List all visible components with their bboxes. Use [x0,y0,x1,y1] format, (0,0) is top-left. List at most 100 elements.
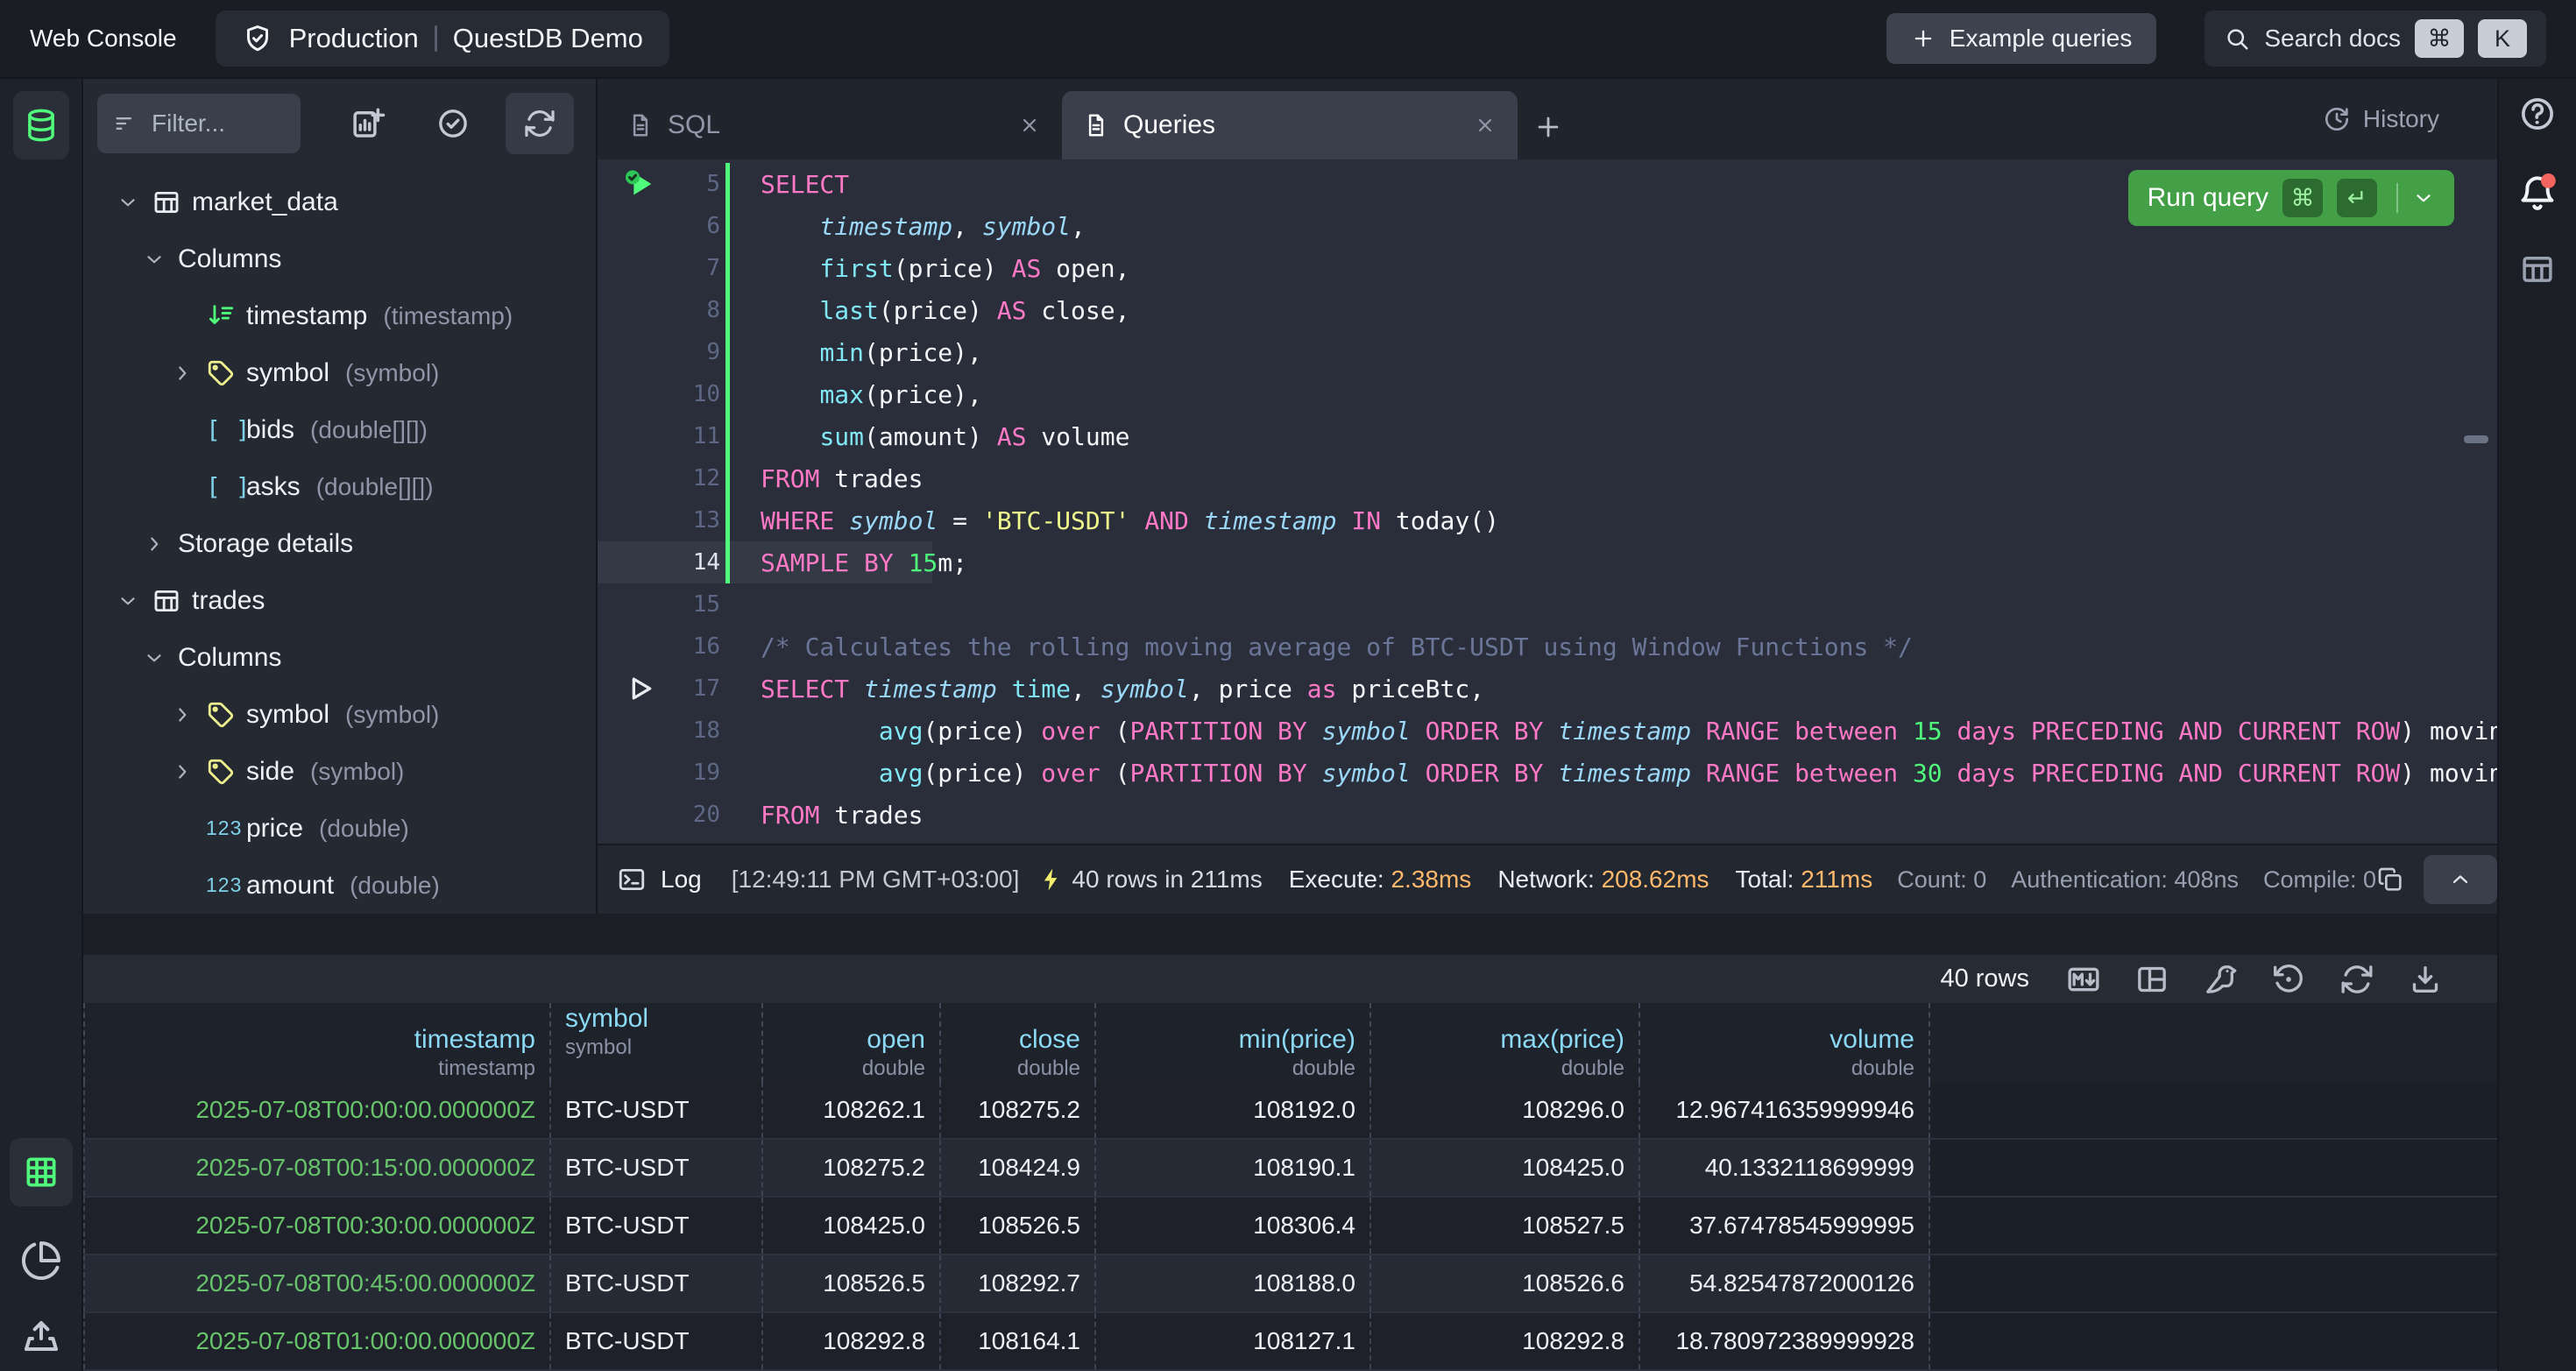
line-number: 20 [668,802,720,828]
log-detail-compile: Compile: 0 [2263,866,2376,894]
column-header-close[interactable]: closedouble [941,1003,1096,1082]
code-line-8[interactable]: 8 last(price) AS close, [598,289,2497,331]
instance-badge[interactable]: Production QuestDB Demo [216,11,669,67]
run-line-icon[interactable] [622,671,664,706]
download-icon[interactable] [2408,962,2443,997]
close-tab-icon[interactable] [1474,114,1497,137]
tree-item-columns[interactable]: Columns [83,230,596,287]
column-header-minprice[interactable]: min(price)double [1096,1003,1371,1082]
code-line-17[interactable]: 17SELECT timestamp time, symbol, price a… [598,668,2497,710]
check-circle-icon[interactable] [435,106,471,141]
tree-item-market_data[interactable]: market_data [83,173,596,230]
notifications-bell-icon[interactable] [2516,172,2558,214]
tree-item-storage-details[interactable]: Storage details [83,515,596,572]
chevron-down-icon[interactable] [143,248,178,271]
md-down-icon[interactable] [2066,962,2101,997]
cell-maxprice: 108526.6 [1371,1255,1640,1311]
code-line-7[interactable]: 7 first(price) AS open, [598,247,2497,289]
sql-editor[interactable]: 5SELECT6 timestamp, symbol,7 first(price… [598,159,2497,844]
log-detail-count: Count: 0 [1897,866,1986,894]
tree-item-symbol[interactable]: symbol(symbol) [83,686,596,743]
column-header-volume[interactable]: volumedouble [1640,1003,1930,1082]
chevron-right-icon[interactable] [143,533,178,555]
line-number: 15 [668,591,720,618]
bird-icon[interactable] [2203,962,2238,997]
tree-item-bids[interactable]: [ ]bids(double[][]) [83,401,596,458]
code-line-10[interactable]: 10 max(price), [598,373,2497,415]
cell-close: 108164.1 [941,1313,1096,1369]
cols-layout-icon[interactable] [2134,962,2169,997]
close-tab-icon[interactable] [1018,114,1041,137]
refresh-icon[interactable] [2339,962,2374,997]
tab-queries[interactable]: Queries [1062,91,1518,159]
import-button[interactable] [20,1315,62,1357]
column-header-maxprice[interactable]: max(price)double [1371,1003,1640,1082]
tree-item-trades[interactable]: trades [83,572,596,629]
tree-item-asks[interactable]: [ ]asks(double[][]) [83,458,596,515]
line-number: 6 [668,213,720,239]
tables-panel-button[interactable] [13,91,69,159]
tree-item-amount[interactable]: 123amount(double) [83,857,596,914]
cell-symbol: BTC-USDT [551,1082,763,1138]
tree-item-label: bids [246,415,294,445]
result-panel-icon[interactable] [2519,251,2556,287]
table-row[interactable]: 2025-07-08T00:15:00.000000ZBTC-USDT10827… [83,1140,2497,1198]
run-success-icon[interactable] [622,166,664,201]
terminal-icon [617,865,647,894]
questdb-web-console: Web Console Production QuestDB Demo Exam… [0,0,2576,1333]
code-line-14[interactable]: 14SAMPLE BY 15m; [598,541,2497,583]
filter-input[interactable] [150,109,285,138]
code-line-11[interactable]: 11 sum(amount) AS volume [598,415,2497,457]
chevron-right-icon[interactable] [171,362,206,385]
column-header-timestamp[interactable]: timestamptimestamp [83,1003,551,1082]
add-metrics-icon[interactable] [350,105,386,142]
table-row[interactable]: 2025-07-08T00:00:00.000000ZBTC-USDT10826… [83,1082,2497,1140]
chevron-down-icon[interactable] [117,191,152,214]
refresh-schema-icon[interactable] [506,93,574,154]
grid-header: timestamptimestampsymbolsymbolopendouble… [83,1003,2497,1082]
log-timestamp: [12:49:11 PM GMT+03:00] [732,866,1020,894]
code-line-9[interactable]: 9 min(price), [598,331,2497,373]
copy-log-icon[interactable] [2376,866,2404,894]
log-metric-execute: Execute: 2.38ms [1289,866,1472,894]
code-line-19[interactable]: 19 avg(price) over (PARTITION BY symbol … [598,752,2497,794]
collapse-log-button[interactable] [2424,855,2497,904]
chevron-right-icon[interactable] [171,703,206,726]
chevron-right-icon[interactable] [171,760,206,783]
filter-box[interactable] [97,94,301,153]
example-queries-button[interactable]: Example queries [1886,13,2157,64]
tree-item-price[interactable]: 123price(double) [83,800,596,857]
tab-sql[interactable]: SQL [606,91,1062,159]
code-line-20[interactable]: 20 FROM trades [598,794,2497,836]
tree-item-timestamp[interactable]: timestamp(timestamp) [83,287,596,344]
tree-item-columns[interactable]: Columns [83,629,596,686]
editor-scrollbar[interactable] [2464,435,2488,443]
code-line-13[interactable]: 13WHERE symbol = 'BTC-USDT' AND timestam… [598,499,2497,541]
code-line-15[interactable]: 15 [598,583,2497,625]
code-text: FROM trades [761,801,923,830]
code-line-16[interactable]: 16/* Calculates the rolling moving avera… [598,625,2497,668]
undo-dot-icon[interactable] [2271,962,2306,997]
code-line-12[interactable]: 12FROM trades [598,457,2497,499]
column-type: double [1561,1056,1624,1082]
grid-view-button[interactable] [10,1138,73,1206]
run-options-chevron-icon[interactable] [2412,187,2435,209]
column-header-symbol[interactable]: symbolsymbol [551,1003,763,1082]
search-docs-button[interactable]: Search docs ⌘ K [2204,11,2546,67]
table-row[interactable]: 2025-07-08T00:45:00.000000ZBTC-USDT10852… [83,1255,2497,1313]
chevron-down-icon[interactable] [143,647,178,669]
schema-tree: market_dataColumnstimestamp(timestamp)sy… [83,168,596,914]
new-tab-button[interactable] [1533,112,1563,142]
table-row[interactable]: 2025-07-08T01:00:00.000000ZBTC-USDT10829… [83,1313,2497,1371]
table-row[interactable]: 2025-07-08T00:30:00.000000ZBTC-USDT10842… [83,1198,2497,1255]
help-icon[interactable] [2518,95,2557,133]
tree-item-symbol[interactable]: symbol(symbol) [83,344,596,401]
history-button[interactable]: History [2323,105,2439,133]
column-header-open[interactable]: opendouble [763,1003,941,1082]
run-query-button[interactable]: Run query ⌘ ↵ [2128,170,2454,226]
tree-item-side[interactable]: side(symbol) [83,743,596,800]
code-line-18[interactable]: 18 avg(price) over (PARTITION BY symbol … [598,710,2497,752]
chart-view-button[interactable] [20,1240,62,1282]
app-title: Web Console [30,25,177,53]
chevron-down-icon[interactable] [117,590,152,612]
